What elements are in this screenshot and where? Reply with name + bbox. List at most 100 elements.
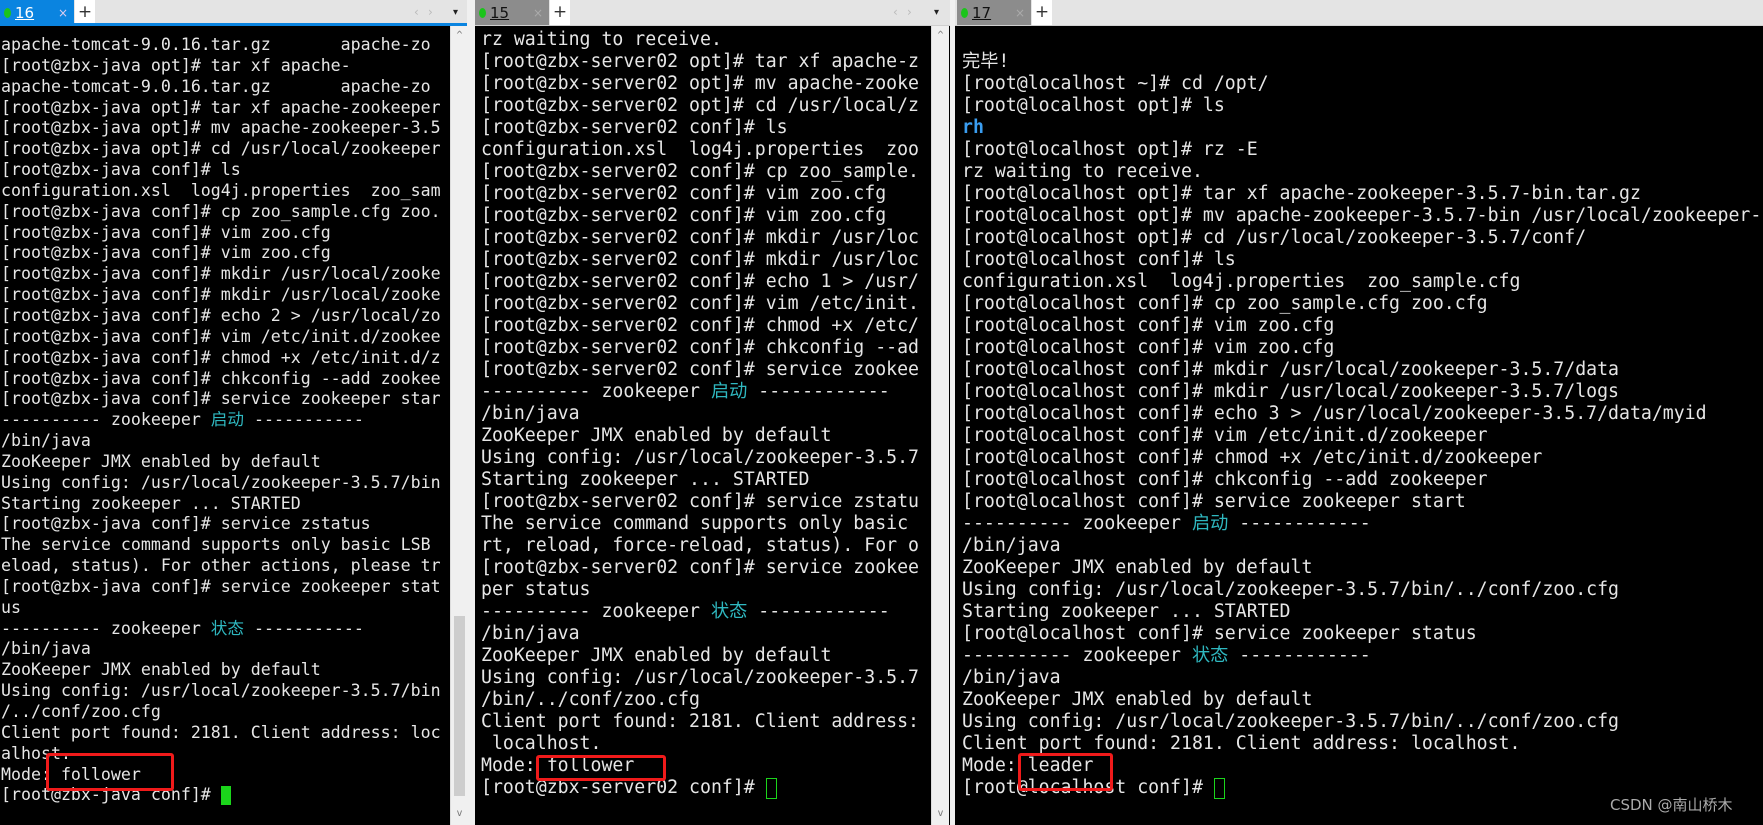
terminal-line: [root@localhost conf]# mkdir /usr/local/…	[962, 381, 1761, 403]
line-text: [root@localhost conf]# mkdir /usr/local/…	[962, 381, 1619, 402]
scroll-up-icon[interactable]: ^	[451, 30, 467, 41]
status-label: 状态	[1191, 645, 1229, 666]
line-text: /bin/java	[962, 535, 1061, 556]
terminal-pane-17[interactable]: 17 × + 完毕! [root@localhost ~]# cd /opt/[r…	[955, 0, 1763, 825]
line-text: [root@zbx-java conf]# ls	[1, 160, 241, 180]
terminal-line: [root@localhost conf]# chkconfig --add z…	[962, 469, 1761, 491]
terminal-line: [root@localhost conf]# service zookeeper…	[962, 491, 1761, 513]
tab-label: 17	[972, 3, 992, 22]
line-text: localhost.	[481, 733, 602, 754]
terminal-line: [root@zbx-java conf]# echo 2 > /usr/loca…	[1, 306, 441, 327]
terminal-line: per status	[481, 579, 919, 601]
line-segment: ------------	[747, 381, 890, 402]
terminal-line: The service command supports only basic …	[1, 535, 441, 556]
terminal-line: [root@zbx-java opt]# cd /usr/local/zooke…	[1, 139, 441, 160]
scrollbar-thumb[interactable]	[454, 616, 465, 796]
line-text: Using config: /usr/local/zookeeper-3.5.7…	[962, 711, 1619, 732]
line-text: [root@localhost conf]# service zookeeper…	[962, 491, 1466, 512]
connected-status-icon	[4, 7, 11, 18]
line-text: [root@localhost conf]# echo 3 > /usr/loc…	[962, 403, 1707, 424]
terminal-line: [root@zbx-server02 conf]# mkdir /usr/loc	[481, 249, 919, 271]
terminal-line: rz waiting to receive.	[962, 161, 1761, 183]
status-label: 启动	[1191, 513, 1229, 534]
tab-16[interactable]: 16 ×	[0, 0, 74, 25]
tab-list-dropdown-icon[interactable]: ▾	[453, 0, 458, 25]
terminal-line: /../conf/zoo.cfg	[1, 702, 441, 723]
tab-17[interactable]: 17 ×	[957, 0, 1031, 25]
tab-prev-icon[interactable]: ‹	[893, 0, 898, 25]
terminal-line: [root@zbx-server02 opt]# cd /usr/local/z	[481, 95, 919, 117]
terminal-cursor	[765, 777, 777, 799]
line-text: [root@zbx-server02 conf]# mkdir /usr/loc	[481, 227, 919, 248]
tab-bar: 15 × + ‹ › ▾	[475, 0, 950, 26]
terminal-line: [root@zbx-server02 conf]# service zstatu	[481, 491, 919, 513]
terminal-cursor	[220, 786, 231, 806]
line-text: [root@zbx-java conf]# vim zoo.cfg	[1, 243, 331, 263]
line-text: ZooKeeper JMX enabled by default	[481, 645, 832, 666]
status-label: 状态	[210, 618, 244, 638]
terminal-line: [root@zbx-server02 conf]# chkconfig --ad	[481, 337, 919, 359]
line-text: [root@localhost conf]# chmod +x /etc/ini…	[962, 447, 1543, 468]
terminal-line: /bin/java	[1, 431, 441, 452]
add-tab-button[interactable]: +	[550, 0, 570, 25]
terminal-line: [root@zbx-java conf]# mkdir /usr/local/z…	[1, 285, 441, 306]
scroll-down-icon[interactable]: v	[932, 808, 949, 819]
watermark: CSDN @南山桥木	[1610, 796, 1733, 814]
line-text: per status	[481, 579, 591, 600]
line-text: Starting zookeeper ... STARTED	[1, 493, 301, 513]
line-text: configuration.xsl log4j.properties zoo_s…	[962, 271, 1521, 292]
terminal-output[interactable]: 完毕! [root@localhost ~]# cd /opt/[root@loc…	[962, 29, 1761, 799]
terminal-output[interactable]: apache-tomcat-9.0.16.tar.gz apache-zo [ro…	[1, 35, 441, 806]
line-text: rz waiting to receive.	[962, 161, 1203, 182]
close-tab-icon[interactable]: ×	[58, 6, 68, 20]
scrollbar[interactable]: ^ v	[450, 26, 467, 825]
line-text: [root@zbx-java conf]# vim zoo.cfg	[1, 222, 331, 242]
terminal-line: configuration.xsl log4j.properties zoo	[481, 139, 919, 161]
line-text: /../conf/zoo.cfg	[1, 702, 161, 721]
line-text: [root@localhost opt]# tar xf apache-zook…	[962, 183, 1641, 204]
line-segment: ---------- zookeeper	[962, 645, 1192, 666]
line-text: configuration.xsl log4j.properties zoo	[481, 139, 919, 160]
terminal-line: [root@zbx-java conf]# mkdir /usr/local/z…	[1, 264, 441, 285]
tab-list-dropdown-icon[interactable]: ▾	[934, 0, 939, 25]
terminal-pane-16[interactable]: 16 × + ‹ › ▾ apache-tomcat-9.0.16.tar.gz…	[0, 0, 467, 825]
terminal-line: [root@localhost opt]# rz -E	[962, 139, 1761, 161]
terminal-line: [root@localhost opt]# cd /usr/local/zook…	[962, 227, 1761, 249]
terminal-line: rz waiting to receive.	[481, 29, 919, 51]
terminal-line: Using config: /usr/local/zookeeper-3.5.7	[481, 667, 919, 689]
terminal-line: Starting zookeeper ... STARTED	[481, 469, 919, 491]
close-tab-icon[interactable]: ×	[1015, 6, 1025, 20]
terminal-output[interactable]: rz waiting to receive. [root@zbx-server02…	[481, 29, 919, 799]
terminal-cursor	[1213, 777, 1225, 799]
line-text: [root@localhost conf]# vim /etc/init.d/z…	[962, 425, 1488, 446]
terminal-pane-15[interactable]: 15 × + ‹ › ▾ rz waiting to receive. [root…	[475, 0, 950, 825]
scroll-up-icon[interactable]: ^	[932, 30, 949, 41]
line-text: [root@zbx-java conf]# cp zoo_sample.cfg …	[1, 201, 441, 221]
line-text: [root@zbx-server02 conf]# service zookee	[481, 557, 919, 578]
tab-label: 16	[15, 3, 35, 22]
terminal-line: Using config: /usr/local/zookeeper-3.5.7	[481, 447, 919, 469]
terminal-line: [root@localhost conf]# chmod +x /etc/ini…	[962, 447, 1761, 469]
scroll-down-icon[interactable]: v	[451, 808, 467, 819]
line-text: [root@zbx-server02 conf]# echo 1 > /usr/	[481, 271, 919, 292]
terminal-line: apache-tomcat-9.0.16.tar.gz apache-zo	[1, 35, 441, 56]
terminal-line: ZooKeeper JMX enabled by default	[1, 452, 441, 473]
highlight-box-leader	[1018, 753, 1113, 791]
terminal-line: [root@zbx-server02 conf]# cp zoo_sample.	[481, 161, 919, 183]
tab-next-icon[interactable]: ›	[907, 0, 912, 25]
terminal-line: [root@zbx-java conf]# service zookeeper …	[1, 577, 441, 598]
tab-prev-icon[interactable]: ‹	[414, 0, 419, 25]
add-tab-button[interactable]: +	[1032, 0, 1052, 25]
line-segment: -----------	[243, 618, 364, 638]
tab-15[interactable]: 15 ×	[475, 0, 549, 25]
close-tab-icon[interactable]: ×	[533, 6, 543, 20]
line-text: ZooKeeper JMX enabled by default	[962, 689, 1313, 710]
terminal-line: ---------- zookeeper 启动 ------------	[481, 381, 919, 403]
line-text: [root@zbx-server02 conf]# chmod +x /etc/	[481, 315, 919, 336]
scrollbar[interactable]: ^ v	[931, 26, 949, 825]
tab-next-icon[interactable]: ›	[428, 0, 433, 25]
terminal-line: [root@zbx-java conf]# cp zoo_sample.cfg …	[1, 202, 441, 223]
line-text: [root@localhost opt]# ls	[962, 95, 1225, 116]
add-tab-button[interactable]: +	[75, 0, 95, 25]
